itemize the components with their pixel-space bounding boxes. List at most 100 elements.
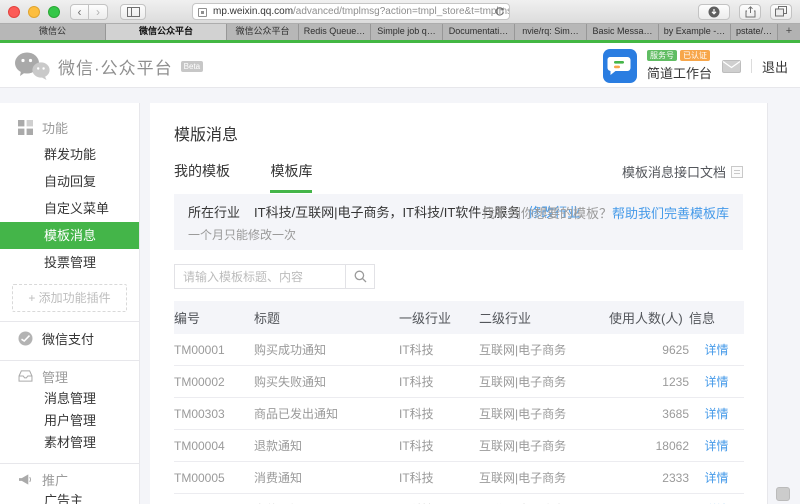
browser-tab[interactable]: 微信公: [0, 24, 106, 40]
account-avatar[interactable]: [602, 49, 637, 83]
close-window-button[interactable]: [8, 5, 20, 18]
forward-button[interactable]: ›: [89, 3, 108, 20]
back-button[interactable]: ‹: [70, 3, 89, 20]
cell-industry1: IT科技: [399, 397, 479, 430]
cell-id: TM00004: [174, 429, 254, 462]
cell-industry1: IT科技: [399, 493, 479, 504]
mail-icon[interactable]: [721, 59, 741, 73]
browser-toolbar: ‹ › mp.weixin.qq.com/advanced/tmplmsg?ac…: [0, 0, 800, 24]
search-icon: [354, 270, 366, 283]
api-doc-link[interactable]: 模板消息接口文档: [622, 162, 743, 181]
tab-overview-icon: [775, 6, 787, 17]
cell-industry2: 互联网|电子商务: [479, 429, 609, 462]
search-input[interactable]: [174, 264, 346, 289]
search-area: [174, 264, 743, 289]
browser-tab[interactable]: by Example -…: [659, 24, 731, 40]
table-row: TM00002 购买失败通知 IT科技 互联网|电子商务 1235 详情: [174, 365, 744, 398]
detail-link[interactable]: 详情: [704, 471, 728, 485]
cell-title: 消费通知: [254, 461, 399, 494]
browser-tab[interactable]: Documentati…: [443, 24, 515, 40]
cell-industry2: 互联网|电子商务: [479, 461, 609, 494]
cell-users: 3685: [609, 397, 689, 430]
browser-tab[interactable]: Basic Messa…: [587, 24, 659, 40]
share-button[interactable]: [739, 3, 761, 20]
cell-industry1: IT科技: [399, 461, 479, 494]
sidebar-item-auto-reply[interactable]: 自动回复: [0, 168, 139, 195]
sidebar-section-features: 功能: [0, 113, 139, 141]
detail-link[interactable]: 详情: [704, 407, 728, 421]
service-account-badge: 服务号: [646, 50, 677, 61]
col-header-users: 使用人数(人): [609, 301, 689, 334]
cell-industry2: 互联网|电子商务: [479, 334, 609, 366]
detail-link[interactable]: 详情: [704, 375, 728, 389]
sidebar-item-template-message[interactable]: 模板消息: [0, 222, 139, 249]
cell-industry2: 互联网|电子商务: [479, 397, 609, 430]
search-button[interactable]: [346, 264, 375, 289]
tab-overview-button[interactable]: [770, 3, 792, 20]
detail-link[interactable]: 详情: [704, 439, 728, 453]
table-row: TM00006充值通知IT科技互联网|电子商务2241详情: [174, 493, 744, 504]
browser-tab[interactable]: 微信公众平台: [227, 24, 299, 40]
sidebar-item-custom-menu[interactable]: 自定义菜单: [0, 195, 139, 222]
sidebar-item-material-manage[interactable]: 素材管理: [0, 432, 139, 454]
add-plugin-button[interactable]: + 添加功能插件: [12, 284, 127, 312]
browser-tab[interactable]: nvie/rq: Sim…: [515, 24, 587, 40]
sidebar-item-user-manage[interactable]: 用户管理: [0, 410, 139, 432]
cell-id: TM00303: [174, 397, 254, 430]
sidebar-item-advertiser[interactable]: 广告主: [0, 491, 139, 504]
sidebar-section-manage: 管理: [0, 364, 139, 388]
sidebar-item-vote-manage[interactable]: 投票管理: [0, 249, 139, 276]
cell-industry1: IT科技: [399, 334, 479, 366]
browser-tab-active[interactable]: 微信公众平台: [106, 24, 227, 40]
cell-industry1: IT科技: [399, 429, 479, 462]
account-area: 服务号 已认证 简道工作台 退出: [602, 48, 788, 84]
divider: [0, 463, 139, 464]
browser-tab[interactable]: Redis Queue…: [299, 24, 371, 40]
downloads-button[interactable]: [698, 3, 730, 20]
detail-link[interactable]: 详情: [704, 343, 728, 357]
cell-users: 1235: [609, 365, 689, 398]
cell-id: TM00002: [174, 365, 254, 398]
sidebar-item-wechat-pay[interactable]: 微信支付: [0, 325, 139, 351]
cell-title: 充值通知: [254, 493, 399, 504]
industry-label: 所在行业: [188, 205, 241, 220]
reload-button[interactable]: [494, 6, 505, 18]
cell-id: TM00005: [174, 461, 254, 494]
cell-users: 9625: [609, 334, 689, 366]
account-name: 简道工作台: [646, 66, 712, 81]
help-line: 找不到你想要的模板？帮助我们完善模板库: [482, 203, 729, 222]
minimize-window-button[interactable]: [28, 5, 40, 18]
sidebar-item-message-manage[interactable]: 消息管理: [0, 388, 139, 410]
col-header-industry1: 一级行业: [399, 301, 479, 334]
table-row: TM00004 退款通知 IT科技 互联网|电子商务 18062 详情: [174, 429, 744, 462]
improve-library-link[interactable]: 帮助我们完善模板库: [612, 206, 729, 221]
address-bar[interactable]: mp.weixin.qq.com/advanced/tmplmsg?action…: [192, 3, 510, 20]
new-tab-button[interactable]: +: [778, 24, 800, 40]
share-icon: [745, 5, 755, 17]
tab-template-library[interactable]: 模板库: [270, 161, 313, 193]
url-domain: mp.weixin.qq.com: [213, 6, 294, 17]
sidebar-toggle-button[interactable]: [120, 3, 146, 20]
scrollbar-thumb[interactable]: [776, 487, 790, 501]
help-text: 找不到你想要的模板？: [481, 206, 612, 221]
tray-icon: [18, 370, 33, 382]
cell-id: TM00001: [174, 334, 254, 366]
beta-badge: Beta: [180, 60, 204, 72]
sidebar: 功能 群发功能 自动回复 自定义菜单 模板消息 投票管理 + 添加功能插件 微信…: [0, 103, 140, 504]
grid-icon: [18, 119, 33, 135]
tab-my-templates[interactable]: 我的模板: [174, 161, 230, 190]
megaphone-icon: [19, 473, 32, 485]
divider: [750, 59, 752, 73]
sidebar-section-label: 推广: [42, 472, 69, 488]
cell-users: 2333: [609, 461, 689, 494]
sidebar-item-mass-send[interactable]: 群发功能: [0, 141, 139, 168]
browser-tab[interactable]: Simple job q…: [371, 24, 443, 40]
browser-tab[interactable]: pstate/…: [731, 24, 778, 40]
api-doc-label: 模板消息接口文档: [621, 165, 726, 180]
page-header: 微信·公众平台 Beta 服务号 已认证 简道工作台 退出: [0, 43, 800, 88]
url-text: mp.weixin.qq.com/advanced/tmplmsg?action…: [213, 6, 509, 17]
sidebar-section-label: 功能: [42, 120, 69, 136]
zoom-window-button[interactable]: [48, 5, 60, 18]
logout-link[interactable]: 退出: [762, 57, 788, 76]
cell-users: 18062: [609, 429, 689, 462]
